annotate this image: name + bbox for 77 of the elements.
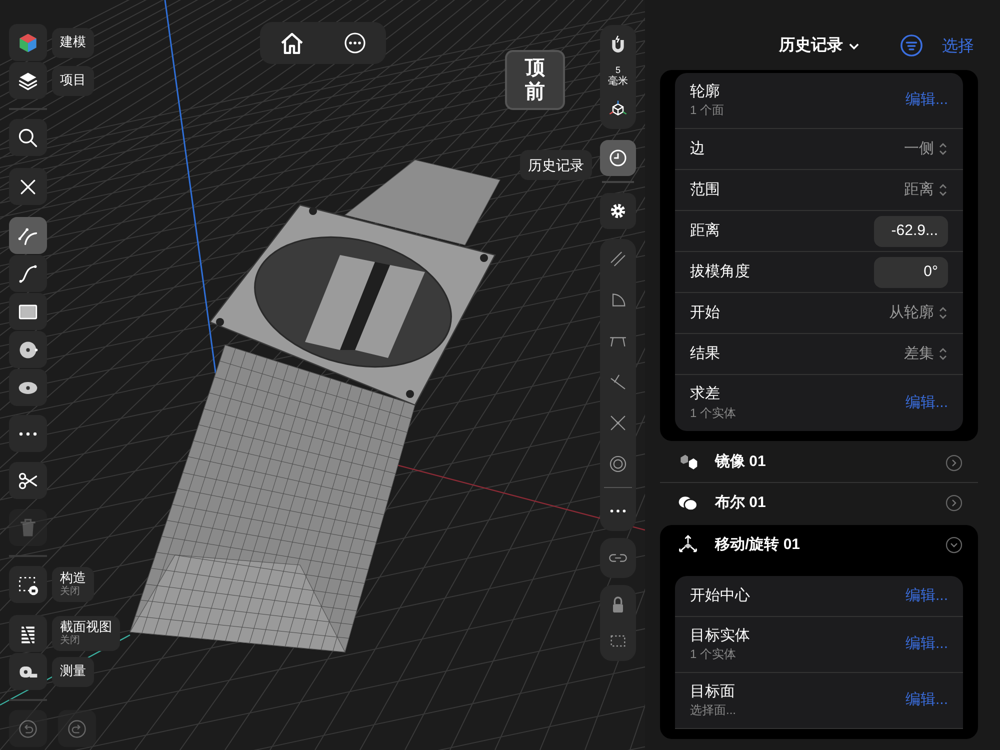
- param-label: 目标面: [690, 682, 736, 702]
- tool-button[interactable]: [9, 293, 47, 330]
- param-label: 开始: [690, 304, 720, 322]
- number-field[interactable]: 0°: [874, 256, 948, 288]
- tool-button[interactable]: [9, 168, 47, 205]
- tool-label: 截面视图: [60, 619, 112, 634]
- more-icon: [19, 432, 37, 436]
- tool-label: 测量: [60, 663, 86, 680]
- param-label: 开始中心: [690, 586, 750, 606]
- cube-logo-icon: [17, 32, 39, 54]
- param-label: 求差: [690, 385, 721, 404]
- param-label: 目标实体: [690, 626, 750, 646]
- view-cube[interactable]: 顶 前: [505, 50, 565, 110]
- param-label: 距离: [690, 222, 720, 240]
- curve-icon: [17, 262, 39, 284]
- edit-link[interactable]: 编辑...: [905, 584, 948, 608]
- chevron-updown-icon: [938, 306, 948, 320]
- param-detail: 1 个面: [690, 103, 724, 118]
- feature-row[interactable]: 镜像 01: [660, 443, 978, 483]
- param-label: 轮廓: [690, 82, 721, 102]
- param-detail: 选择面...: [690, 703, 736, 718]
- tool-button[interactable]: [9, 653, 47, 690]
- link-button[interactable]: [600, 538, 636, 578]
- value-picker[interactable]: 一侧: [904, 138, 948, 160]
- param-detail: 1 个实体: [690, 406, 736, 421]
- tool-button[interactable]: [9, 566, 47, 603]
- select-button[interactable]: 选择: [942, 35, 974, 59]
- redo-icon: [66, 718, 88, 740]
- feature-row[interactable]: 布尔 01: [660, 483, 978, 523]
- filter-button[interactable]: [900, 34, 923, 57]
- settings-button[interactable]: [600, 192, 636, 229]
- param-label: 范围: [690, 180, 720, 200]
- concentric-circles-icon: [608, 454, 628, 474]
- tool-button[interactable]: [9, 462, 47, 499]
- tool-status: 关闭: [60, 586, 81, 599]
- tool-button[interactable]: [9, 217, 47, 254]
- feature-name: 布尔 01: [715, 492, 767, 513]
- feature-row[interactable]: 移动/旋转 01: [660, 525, 978, 565]
- edit-link[interactable]: 编辑...: [905, 89, 948, 112]
- more-icon: [344, 32, 366, 54]
- tool-button[interactable]: [9, 119, 47, 156]
- param-label: 拔模角度: [690, 262, 750, 282]
- chevron-updown-icon: [938, 183, 948, 197]
- value-picker[interactable]: 距离: [904, 178, 948, 202]
- home-icon: [280, 32, 304, 54]
- filter-icon: [900, 34, 923, 57]
- edit-link[interactable]: 编辑...: [905, 392, 948, 414]
- tool-button[interactable]: [9, 615, 47, 652]
- value-picker[interactable]: 差集: [904, 342, 948, 366]
- chevron-updown-icon: [938, 347, 948, 361]
- chevron-updown-icon: [938, 142, 948, 156]
- tool-button[interactable]: [9, 369, 47, 406]
- param-label: 边: [690, 140, 705, 158]
- edit-link[interactable]: 编辑...: [905, 633, 948, 656]
- clock-icon: [608, 148, 628, 168]
- tooltip-label: 历史记录: [520, 150, 592, 180]
- undo-icon: [17, 718, 39, 740]
- snap-size-label: 5 毫米: [608, 65, 628, 89]
- tool-button[interactable]: [9, 255, 47, 292]
- tool-label: 建模: [60, 34, 86, 51]
- panel-title-dropdown[interactable]: 历史记录: [779, 34, 861, 58]
- param-detail: 1 个实体: [690, 647, 738, 662]
- search-icon: [17, 126, 39, 148]
- tool-status: 关闭: [60, 635, 81, 648]
- feature-name: 镜像 01: [715, 452, 767, 472]
- param-label: 结果: [690, 344, 720, 364]
- feature-name: 移动/旋转 01: [715, 534, 802, 555]
- more-icon: [610, 508, 626, 513]
- tool-button[interactable]: [9, 24, 47, 61]
- tool-label: 项目: [60, 72, 86, 89]
- number-field[interactable]: -62.9...: [874, 216, 948, 246]
- history-button[interactable]: [600, 140, 636, 176]
- tool-button[interactable]: [9, 331, 47, 368]
- tool-label: 构造: [60, 570, 86, 586]
- value-picker[interactable]: 从轮廓: [889, 302, 948, 324]
- edit-link[interactable]: 编辑...: [905, 689, 948, 712]
- tool-button[interactable]: [9, 62, 47, 99]
